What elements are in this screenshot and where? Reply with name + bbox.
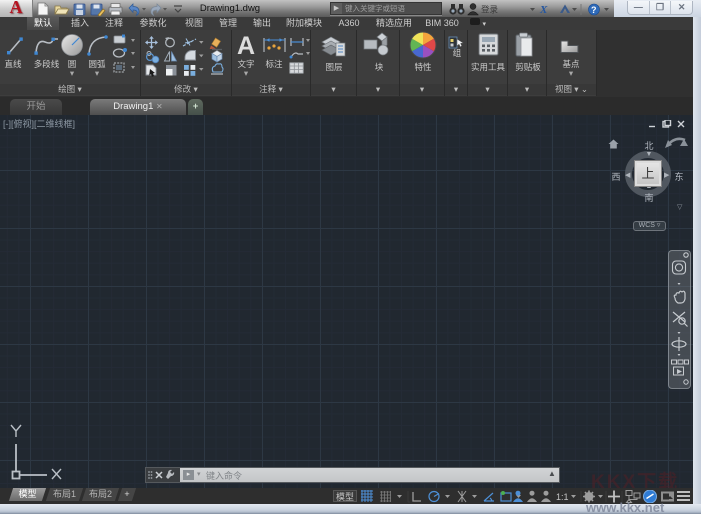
svg-text:A: A (237, 32, 255, 60)
svg-text:1:1: 1:1 (556, 492, 569, 502)
svg-text:登录: 登录 (481, 5, 499, 15)
svg-text:X: X (539, 4, 548, 16)
svg-text:?: ? (591, 5, 597, 15)
